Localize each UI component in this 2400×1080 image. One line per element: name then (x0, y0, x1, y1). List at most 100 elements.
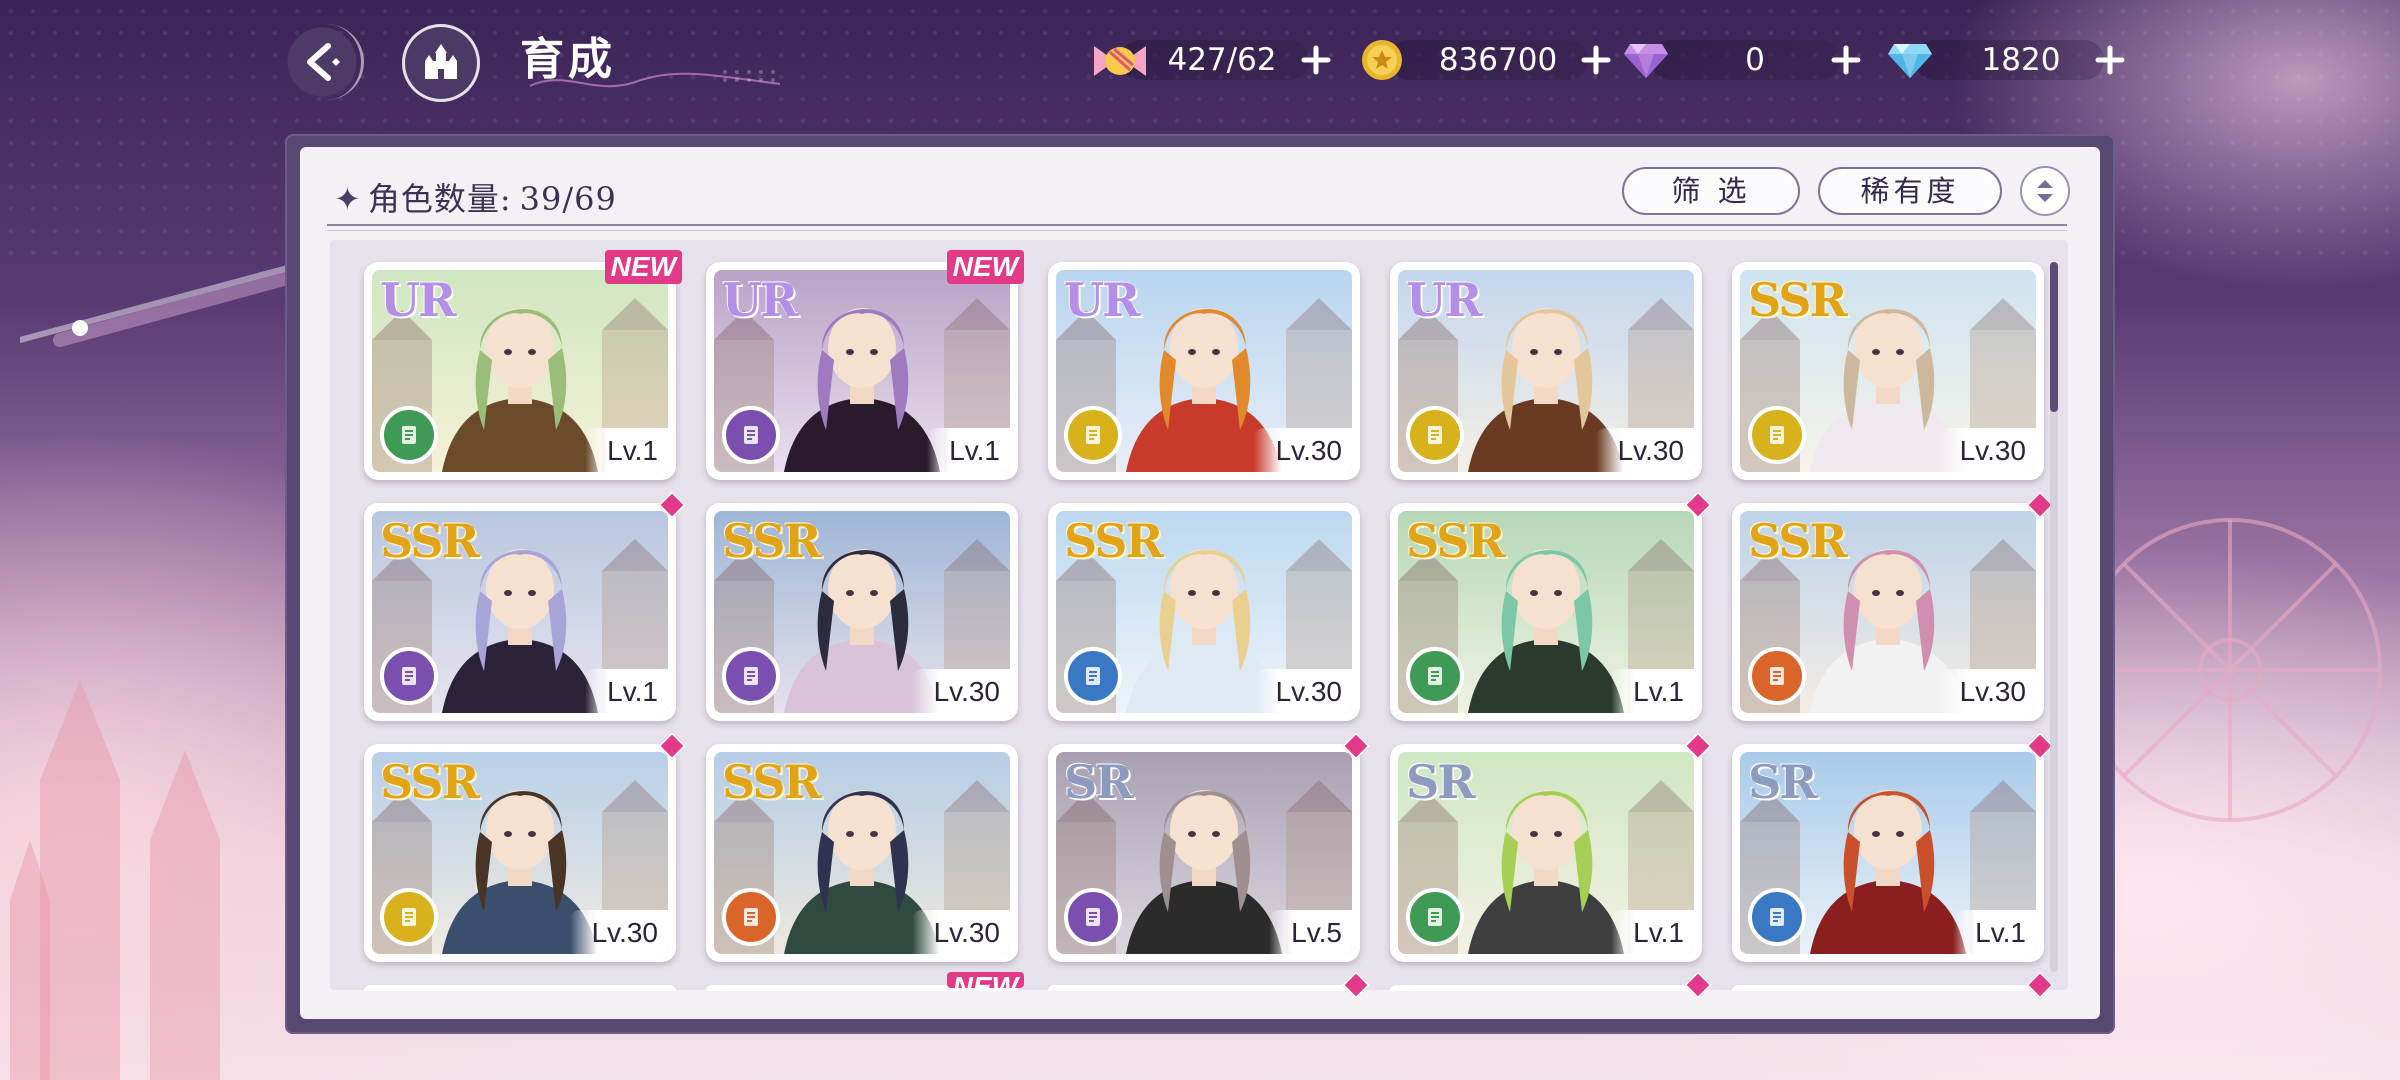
back-arrow-icon (306, 43, 340, 81)
level-label: Lv.30 (911, 910, 1010, 954)
card-top-edge (1390, 985, 1702, 991)
character-card-partial[interactable]: NEW (706, 972, 1024, 991)
character-card[interactable]: SSR Lv.1 (364, 490, 687, 721)
rarity-label: SR (1064, 755, 1133, 809)
element-badge (1748, 406, 1806, 464)
element-icon (1770, 908, 1784, 926)
character-card-partial[interactable] (1732, 970, 2055, 1000)
card-art: SSR Lv.30 (1740, 511, 2036, 713)
character-card[interactable]: SSR Lv.30 (1732, 490, 2055, 721)
element-icon (744, 908, 758, 926)
card-top-edge (1732, 985, 2044, 991)
character-card[interactable]: UR Lv.30 (1390, 262, 1702, 480)
rarity-label: SR (1748, 755, 1817, 809)
element-icon (402, 667, 416, 685)
card-top-edge (364, 985, 676, 991)
character-card[interactable]: SSR Lv.1 (1390, 490, 1713, 721)
character-card[interactable]: SR Lv.1 (1390, 731, 1713, 962)
castle-decoration (10, 680, 220, 1080)
character-card[interactable]: UR Lv.30 (1048, 262, 1360, 480)
character-card[interactable]: SR Lv.1 (1732, 731, 2055, 962)
back-button[interactable] (282, 24, 364, 100)
add-purple-diamond-button[interactable] (1830, 44, 1862, 76)
rarity-label: UR (1406, 273, 1482, 327)
level-label: Lv.30 (911, 669, 1010, 713)
element-icon (744, 667, 758, 685)
add-blue-diamond-button[interactable] (2094, 44, 2126, 76)
rarity-label: SR (1406, 755, 1475, 809)
header-divider-thin (327, 230, 2067, 231)
character-card[interactable]: SSR Lv.30 (706, 503, 1018, 721)
filter-button[interactable]: 筛 选 (1622, 167, 1800, 215)
sort-rarity-button[interactable]: 稀有度 (1818, 167, 2002, 215)
element-badge (1064, 647, 1122, 705)
element-badge (1064, 888, 1122, 946)
level-label: Lv.1 (1953, 910, 2036, 954)
purple-diamond-icon (1624, 44, 1668, 78)
element-badge (1406, 647, 1464, 705)
card-art: SR Lv.5 (1056, 752, 1352, 954)
character-card[interactable]: SSR Lv.30 (364, 731, 687, 962)
character-card[interactable]: SSR Lv.30 (1048, 503, 1360, 721)
character-card[interactable]: SSR Lv.30 (1732, 262, 2044, 480)
candy-icon (1094, 46, 1146, 76)
level-label: Lv.1 (1611, 910, 1694, 954)
character-count-label: 角色数量: (367, 180, 512, 218)
character-card-partial[interactable] (1048, 970, 1371, 1000)
element-badge (1748, 888, 1806, 946)
new-badge: NEW (604, 250, 682, 284)
character-card-partial[interactable] (1390, 970, 1713, 1000)
add-candy-button[interactable] (1300, 44, 1332, 76)
element-icon (1770, 667, 1784, 685)
rarity-label: SSR (1748, 273, 1848, 327)
home-button[interactable] (402, 24, 480, 102)
character-card-partial[interactable] (364, 975, 676, 991)
level-label: Lv.1 (1611, 669, 1694, 713)
blue-diamond-value: 1820 (1981, 42, 2061, 78)
rarity-label: SSR (1064, 514, 1164, 568)
element-icon (744, 426, 758, 444)
character-count-value: 39/69 (519, 180, 617, 218)
add-gold-button[interactable] (1580, 44, 1612, 76)
rarity-label: SSR (722, 514, 822, 568)
card-art: UR Lv.30 (1398, 270, 1694, 472)
level-label: Lv.1 (585, 669, 668, 713)
element-icon (1086, 908, 1100, 926)
character-card[interactable]: SR Lv.5 (1048, 731, 1371, 962)
sort-order-icon (2037, 180, 2053, 202)
element-icon (1428, 426, 1442, 444)
candy-value: 427/62 (1167, 42, 1277, 78)
new-badge: NEW (946, 972, 1024, 988)
element-badge (722, 647, 780, 705)
card-art: SSR Lv.1 (372, 511, 668, 713)
rarity-label: SSR (722, 755, 822, 809)
card-art: SSR Lv.30 (1056, 511, 1352, 713)
rarity-label: UR (722, 273, 798, 327)
rarity-label: UR (380, 273, 456, 327)
sort-order-toggle[interactable] (2020, 166, 2070, 216)
card-art: UR Lv.30 (1056, 270, 1352, 472)
card-art: SSR Lv.30 (372, 752, 668, 954)
element-badge (722, 406, 780, 464)
card-art: SSR Lv.1 (1398, 511, 1694, 713)
level-label: Lv.1 (927, 428, 1010, 472)
character-card[interactable]: SSR Lv.30 (706, 744, 1018, 962)
castle-home-icon (425, 44, 457, 79)
blue-diamond-icon (1888, 44, 1932, 78)
card-top-edge (1048, 985, 1360, 991)
element-badge (380, 888, 438, 946)
character-count: ✦ 角色数量: 39/69 (334, 176, 617, 222)
character-card[interactable]: UR Lv.1 NEW (364, 250, 682, 480)
level-label: Lv.5 (1269, 910, 1352, 954)
new-badge: NEW (946, 250, 1024, 284)
sparkle-icon: ✦ (334, 180, 362, 218)
header-divider (327, 224, 2067, 226)
card-art: SSR Lv.30 (714, 511, 1010, 713)
gold-resource: 836700 (1358, 30, 1618, 90)
level-label: Lv.30 (1253, 669, 1352, 713)
card-art: UR Lv.1 (372, 270, 668, 472)
scrollbar-thumb[interactable] (2050, 262, 2058, 412)
candy-resource: 427/62 (1090, 30, 1340, 90)
character-card[interactable]: UR Lv.1 NEW (706, 250, 1024, 480)
level-label: Lv.30 (1937, 428, 2036, 472)
